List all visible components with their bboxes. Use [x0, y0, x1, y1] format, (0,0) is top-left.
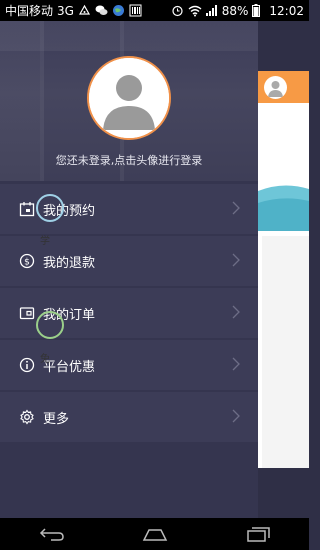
feature-icon-study[interactable] — [36, 194, 64, 222]
header-avatar[interactable] — [264, 76, 287, 99]
menu-item-label: 我的退款 — [43, 255, 96, 271]
menu-item-label: 更多 — [43, 411, 70, 427]
main-content-peek[interactable] — [258, 71, 309, 471]
wifi-icon — [188, 4, 202, 17]
banner-wave — [258, 185, 309, 231]
carrier-label: 中国移动 — [5, 4, 54, 18]
chevron-right-icon — [232, 253, 240, 267]
feature-card — [262, 236, 309, 471]
barcode-icon — [129, 4, 142, 17]
main-bottom-area — [258, 468, 309, 518]
feature-label-free: 免 — [40, 354, 50, 365]
feature-icon-free[interactable] — [36, 311, 64, 339]
status-bar-left: 中国移动 3G — [5, 2, 142, 19]
default-user-icon — [89, 58, 169, 138]
recents-button[interactable] — [233, 522, 283, 546]
navigation-drawer: 您还未登录,点击头像进行登录 我的预约 $ 我的退款 我的订单 平台优惠 更多 — [0, 21, 258, 518]
svg-text:$: $ — [24, 258, 30, 268]
home-button[interactable] — [130, 522, 180, 546]
status-bar-right: 88% 12:02 — [171, 4, 304, 18]
recents-icon — [246, 527, 270, 542]
status-bar: 中国移动 3G 88% 12:02 — [0, 0, 309, 21]
battery-icon — [252, 4, 265, 17]
gear-icon — [18, 409, 35, 426]
avatar[interactable] — [87, 56, 171, 140]
user-icon — [268, 81, 283, 97]
menu-item-label: 平台优惠 — [43, 359, 96, 375]
refund-icon: $ — [18, 253, 35, 270]
system-nav-bar — [0, 518, 309, 550]
login-hint[interactable]: 您还未登录,点击头像进行登录 — [0, 152, 258, 168]
notification-icon — [78, 4, 91, 17]
main-header-bar — [258, 71, 309, 103]
menu-item-refunds[interactable]: $ 我的退款 — [0, 236, 258, 286]
back-icon — [39, 528, 64, 541]
menu-item-more[interactable]: 更多 — [0, 392, 258, 442]
home-icon — [142, 529, 167, 541]
clock: 12:02 — [269, 3, 304, 18]
chevron-right-icon — [232, 201, 240, 215]
signal-icon — [205, 4, 218, 17]
wallet-icon — [18, 305, 35, 322]
globe-icon — [112, 4, 125, 17]
battery-percent: 88% — [221, 3, 249, 18]
feature-label-study: 学 — [40, 236, 50, 247]
chevron-right-icon — [232, 357, 240, 371]
calendar-icon — [18, 201, 35, 218]
menu-item-discounts[interactable]: 平台优惠 — [0, 340, 258, 390]
drawer-header: 您还未登录,点击头像进行登录 — [0, 21, 258, 181]
alarm-icon — [171, 4, 184, 17]
chevron-right-icon — [232, 409, 240, 423]
chevron-right-icon — [232, 305, 240, 319]
back-button[interactable] — [27, 522, 77, 546]
info-icon — [18, 357, 35, 374]
wechat-icon — [95, 4, 108, 17]
network-label: 3G — [57, 3, 74, 18]
drawer-menu: 我的预约 $ 我的退款 我的订单 平台优惠 更多 — [0, 184, 258, 444]
